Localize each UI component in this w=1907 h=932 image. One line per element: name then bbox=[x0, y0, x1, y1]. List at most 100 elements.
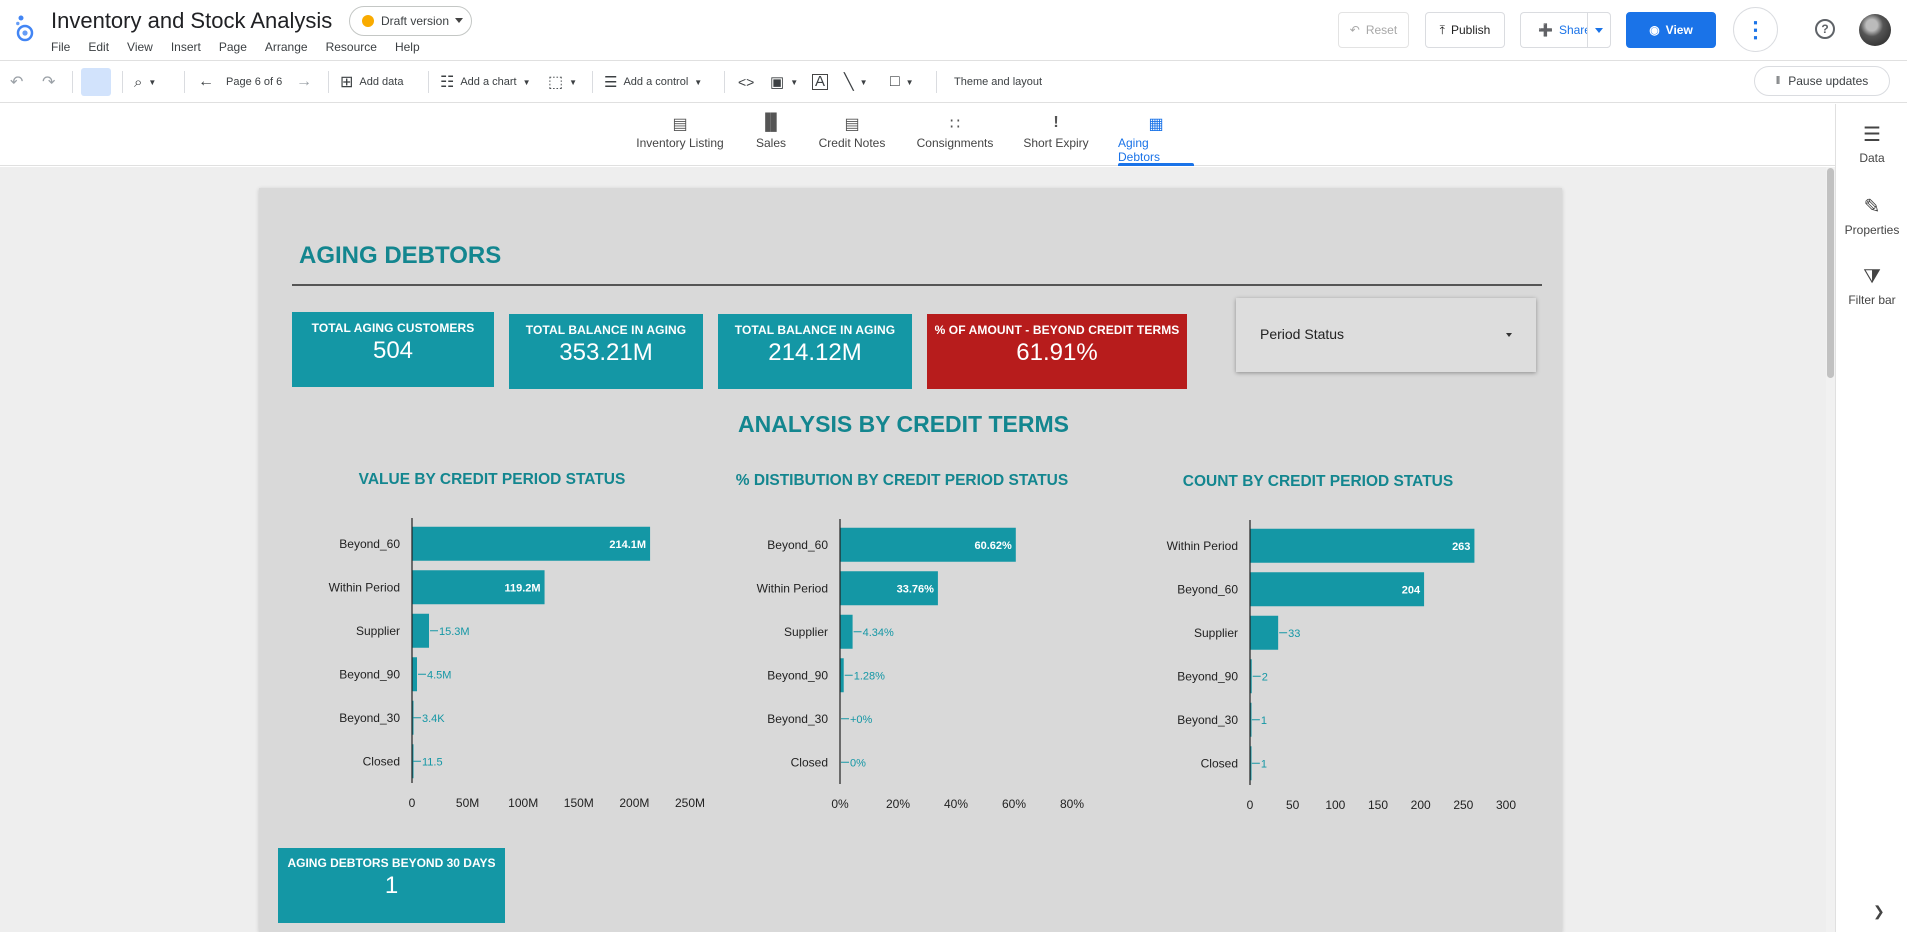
bar[interactable] bbox=[840, 614, 853, 649]
category-label: Beyond_60 bbox=[339, 537, 400, 551]
bar[interactable] bbox=[412, 613, 430, 648]
help-icon[interactable]: ? bbox=[1815, 19, 1835, 39]
looker-studio-logo-icon[interactable] bbox=[15, 14, 35, 42]
tab-aging-debtors[interactable]: ▦ Aging Debtors bbox=[1118, 114, 1194, 166]
category-label: Closed bbox=[791, 755, 828, 769]
menu-insert[interactable]: Insert bbox=[171, 40, 201, 54]
theme-and-layout-button[interactable]: Theme and layout bbox=[954, 69, 1042, 95]
x-tick-label: 50 bbox=[1286, 798, 1300, 812]
share-dropdown-button[interactable] bbox=[1587, 12, 1611, 48]
data-label: 204 bbox=[1402, 584, 1421, 596]
menu-edit[interactable]: Edit bbox=[88, 40, 109, 54]
menu-help[interactable]: Help bbox=[395, 40, 420, 54]
data-label: 60.62% bbox=[974, 540, 1012, 552]
x-tick-label: 300 bbox=[1496, 798, 1516, 812]
value-by-credit-period-chart[interactable]: Beyond_60 214.1M Within Period 119.2M Suppli… bbox=[300, 518, 705, 817]
toolbar-divider bbox=[936, 71, 937, 93]
bar[interactable] bbox=[1250, 528, 1475, 563]
report-title[interactable]: Inventory and Stock Analysis bbox=[51, 8, 332, 34]
tab-consignments[interactable]: ∷ Consignments bbox=[916, 114, 994, 166]
add-control-icon: ☰ bbox=[604, 74, 618, 91]
kpi-total-aging-customers[interactable]: TOTAL AGING CUSTOMERS 504 bbox=[292, 312, 494, 387]
canvas-scrollbar-thumb[interactable] bbox=[1827, 168, 1834, 378]
menu-arrange[interactable]: Arrange bbox=[265, 40, 308, 54]
x-tick-label: 20% bbox=[886, 797, 910, 811]
chevron-right-icon[interactable]: ❯ bbox=[1873, 903, 1885, 920]
distribution-by-credit-period-chart[interactable]: Beyond_60 60.62% Within Period 33.76% Suppli… bbox=[720, 519, 1120, 818]
kpi-total-balance-in-aging-2[interactable]: TOTAL BALANCE IN AGING 214.12M bbox=[718, 314, 912, 389]
tab-sales[interactable]: ▐▌ Sales bbox=[754, 114, 788, 166]
shape-icon[interactable]: □ ▼ bbox=[890, 69, 914, 95]
category-label: Supplier bbox=[784, 625, 828, 639]
kpi-percent-beyond-credit-terms[interactable]: % OF AMOUNT - BEYOND CREDIT TERMS 61.91% bbox=[927, 314, 1187, 389]
kpi-aging-debtors-beyond-30-days[interactable]: AGING DEBTORS BEYOND 30 DAYS 1 bbox=[278, 848, 505, 923]
x-tick-label: 250 bbox=[1453, 798, 1473, 812]
menu-resource[interactable]: Resource bbox=[326, 40, 377, 54]
view-label: View bbox=[1665, 23, 1693, 37]
kpi-label: TOTAL AGING CUSTOMERS bbox=[311, 321, 475, 335]
pause-icon: ‖ bbox=[1775, 75, 1781, 87]
menu-file[interactable]: File bbox=[51, 40, 70, 54]
redo-icon[interactable]: ↷ bbox=[42, 69, 55, 95]
category-label: Beyond_90 bbox=[339, 667, 400, 681]
view-button[interactable]: ◉ View bbox=[1626, 12, 1716, 48]
page-title: AGING DEBTORS bbox=[299, 242, 502, 269]
data-label: 33 bbox=[1288, 628, 1300, 640]
line-icon[interactable]: ╲ ▼ bbox=[844, 69, 868, 95]
menu-view[interactable]: View bbox=[127, 40, 153, 54]
chart-svg: Beyond_60 214.1M Within Period 119.2M Suppli… bbox=[329, 518, 705, 810]
document-icon: ▤ bbox=[844, 116, 860, 133]
tab-credit-notes[interactable]: ▤ Credit Notes bbox=[818, 114, 886, 166]
add-chart-button[interactable]: ☷ Add a chart ▼ bbox=[440, 69, 531, 95]
rail-filter-bar-button[interactable]: ⧩ Filter bar bbox=[1836, 266, 1907, 307]
text-box-icon[interactable]: A bbox=[812, 69, 829, 95]
data-label: 11.5 bbox=[422, 756, 443, 768]
add-control-button[interactable]: ☰ Add a control ▼ bbox=[604, 69, 702, 95]
category-label: Within Period bbox=[1167, 539, 1238, 553]
caret-down-icon: ▼ bbox=[522, 77, 531, 87]
add-chart-icon: ☷ bbox=[440, 74, 455, 91]
kpi-label: TOTAL BALANCE IN AGING bbox=[734, 323, 896, 337]
rail-properties-button[interactable]: ✎ Properties bbox=[1836, 194, 1907, 237]
zoom-icon[interactable]: ⌕ ▼ bbox=[134, 69, 156, 95]
bars-icon: ▐▌ bbox=[759, 114, 783, 131]
embed-code-icon[interactable]: <> bbox=[738, 69, 754, 95]
tab-inventory-listing[interactable]: ▤ Inventory Listing bbox=[636, 114, 724, 166]
period-status-dropdown[interactable]: Period Status bbox=[1236, 298, 1536, 372]
publish-button[interactable]: ⤒ Publish bbox=[1425, 12, 1505, 48]
previous-page-icon[interactable]: ← bbox=[198, 69, 214, 95]
chart-title-distribution: % DISTIBUTION BY CREDIT PERIOD STATUS bbox=[735, 472, 1069, 489]
next-page-icon[interactable]: → bbox=[296, 69, 312, 95]
x-tick-label: 0 bbox=[1247, 798, 1254, 812]
period-status-label: Period Status bbox=[1260, 326, 1345, 342]
rail-data-button[interactable]: ☰ Data bbox=[1836, 122, 1907, 165]
bar[interactable] bbox=[412, 657, 418, 692]
caret-down-icon bbox=[455, 18, 464, 23]
avatar[interactable] bbox=[1859, 14, 1891, 46]
data-label: 0% bbox=[850, 757, 866, 769]
category-label: Supplier bbox=[1194, 626, 1238, 640]
x-tick-label: 100 bbox=[1325, 798, 1345, 812]
database-icon: ☰ bbox=[1863, 124, 1881, 146]
rail-data-label: Data bbox=[1859, 151, 1885, 165]
x-tick-label: 80% bbox=[1060, 797, 1084, 811]
bar[interactable] bbox=[1250, 572, 1425, 607]
undo-icon[interactable]: ↶ bbox=[10, 69, 23, 95]
community-viz-icon[interactable]: ⬚ ▼ bbox=[548, 69, 577, 95]
reset-button[interactable]: ↶ Reset bbox=[1338, 12, 1409, 48]
count-by-credit-period-chart[interactable]: Within Period 263 Beyond_60 204 Supplier 33 Be… bbox=[1136, 520, 1536, 819]
image-icon[interactable]: ▣ ▼ bbox=[770, 69, 798, 95]
add-data-button[interactable]: ⊞ Add data bbox=[340, 69, 403, 95]
kpi-label: AGING DEBTORS BEYOND 30 DAYS bbox=[287, 856, 496, 870]
tab-short-expiry[interactable]: ! Short Expiry bbox=[1022, 114, 1090, 166]
category-label: Beyond_90 bbox=[767, 668, 828, 682]
pause-updates-button[interactable]: ‖ Pause updates bbox=[1754, 66, 1890, 96]
bar[interactable] bbox=[1250, 615, 1279, 650]
tab-label: Short Expiry bbox=[1023, 136, 1089, 150]
kpi-label: % OF AMOUNT - BEYOND CREDIT TERMS bbox=[934, 323, 1180, 337]
kpi-total-balance-in-aging[interactable]: TOTAL BALANCE IN AGING 353.21M bbox=[509, 314, 703, 389]
more-options-icon[interactable]: ⋮ bbox=[1733, 7, 1778, 52]
publish-label: Publish bbox=[1450, 23, 1491, 37]
menu-page[interactable]: Page bbox=[219, 40, 247, 54]
draft-version-dropdown[interactable]: Draft version bbox=[349, 6, 473, 36]
